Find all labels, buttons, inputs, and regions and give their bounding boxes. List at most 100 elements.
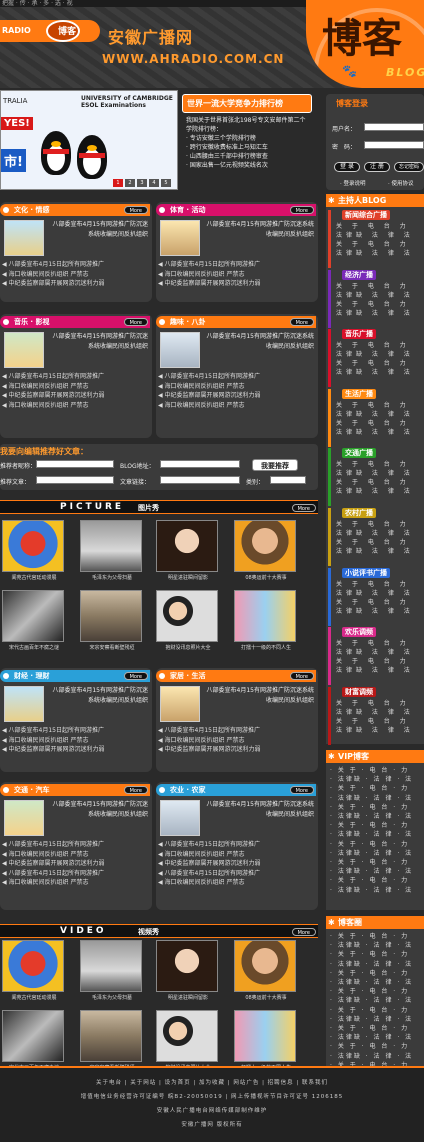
vip-blog-item[interactable]: · 关 于 · 电 台 · 力 <box>330 821 413 830</box>
blog-circle-item[interactable]: · 法律缺 · 法 律 · 法 <box>330 1033 413 1042</box>
channel-host-row[interactable]: 法律缺 法 律 法 <box>336 368 414 377</box>
vip-blog-item[interactable]: · 法律缺 · 法 律 · 法 <box>330 794 413 803</box>
ranking-item[interactable]: · 跨行安徽收费标准上马知汇车 <box>186 143 308 152</box>
panel-more-button[interactable]: More <box>289 206 314 214</box>
panel-news-item[interactable]: ◀ 八部委宣布4月15日起所有网游推广 <box>2 869 150 879</box>
panel-news-item[interactable]: ◀ 中纪委监察部属开展网游沉迷利力弱 <box>158 859 316 869</box>
video-photo[interactable] <box>2 940 64 992</box>
footer-links[interactable]: 关于电台 | 关于网站 | 设为首页 | 加为收藏 | 网站广告 | 招聘信息 … <box>0 1078 424 1086</box>
picture-photo[interactable] <box>234 520 296 572</box>
forgot-password-button[interactable]: 忘记密码 <box>394 162 424 172</box>
blog-circle-item[interactable]: · 法律缺 · 法 律 · 法 <box>330 996 413 1005</box>
blog-circle-item[interactable]: · 法律缺 · 法 律 · 法 <box>330 1052 413 1061</box>
picture-caption[interactable]: 打擂十一级的不同人生 <box>230 644 302 651</box>
panel-more-button[interactable]: More <box>289 318 314 326</box>
channel-host-row[interactable]: 法律缺 法 律 法 <box>336 291 414 300</box>
panel-news-item[interactable]: ◀ 中纪委监察部属开展网游沉迷利力弱 <box>2 391 150 401</box>
picture-photo[interactable] <box>2 520 64 572</box>
channel-host-row[interactable]: 法律缺 法 律 法 <box>336 428 414 437</box>
panel-news-item[interactable]: ◀ 八部委宣布4月15日起所有网游推广 <box>2 726 150 736</box>
video-photo[interactable] <box>156 940 218 992</box>
video-caption[interactable]: 明星进驻瞬间留影 <box>152 994 224 1001</box>
channel-host-row[interactable]: 关 于 电 台 力 <box>336 401 414 410</box>
channel-host-row[interactable]: 法律缺 法 律 法 <box>336 708 414 717</box>
video-photo[interactable] <box>234 940 296 992</box>
panel-news-item[interactable]: ◀ 海口收编民间反扒组织 严禁志 <box>158 270 316 280</box>
panel-news-item[interactable]: ◀ 海口收编民间反扒组织 严禁志 <box>158 850 316 860</box>
vip-blog-item[interactable]: · 关 于 · 电 台 · 力 <box>330 784 413 793</box>
panel-news-item[interactable]: ◀ 八部委宣布4月15日起所有网游推广 <box>2 260 150 270</box>
picture-caption[interactable]: 毛泽东为父母扫墓 <box>76 574 148 581</box>
picture-more-button[interactable]: More <box>291 504 316 512</box>
promo-banner[interactable]: TRALIA UNIVERSITY of CAMBRIDGE ESOL Exam… <box>0 90 178 190</box>
vip-blog-item[interactable]: · 法律缺 · 法 律 · 法 <box>330 849 413 858</box>
panel-lead-text[interactable]: 八部委宣布4月15有网游推广防沉迷系统收编民间反扒组织 <box>204 332 314 352</box>
banner-page-1[interactable]: 1 <box>113 179 123 187</box>
panel-lead-text[interactable]: 八部委宣布4月15有网游推广防沉迷系统收编民间反扒组织 <box>204 220 314 240</box>
video-photo[interactable] <box>80 940 142 992</box>
blog-circle-item[interactable]: · 关 于 · 电 台 · 力 <box>330 987 413 996</box>
panel-thumbnail[interactable] <box>4 686 44 722</box>
channel-host-row[interactable]: 关 于 电 台 力 <box>336 657 414 666</box>
blog-circle-item[interactable]: · 法律缺 · 法 律 · 法 <box>330 978 413 987</box>
panel-more-button[interactable]: More <box>123 672 148 680</box>
panel-title[interactable]: 家居 · 生活 <box>170 671 206 681</box>
picture-caption[interactable]: 宋代古画百年不腐之谜 <box>0 644 70 651</box>
panel-news-item[interactable]: ◀ 八部委宣布4月15日起所有网游推广 <box>2 840 150 850</box>
blog-circle-item[interactable]: · 法律缺 · 法 律 · 法 <box>330 1015 413 1024</box>
ranking-item[interactable]: · 专访安徽三个学院排行榜 <box>186 134 308 143</box>
panel-title[interactable]: 音乐 · 影视 <box>14 317 50 327</box>
picture-photo[interactable] <box>234 590 296 642</box>
panel-news-item[interactable]: ◀ 海口收编民间反扒组织 严禁志 <box>158 878 316 888</box>
panel-news-item[interactable]: ◀ 八部委宣布4月15日起所有网游推广 <box>158 372 316 382</box>
channel-host-row[interactable]: 关 于 电 台 力 <box>336 341 414 350</box>
password-input[interactable] <box>364 141 424 149</box>
vip-blog-item[interactable]: · 法律缺 · 法 律 · 法 <box>330 867 413 876</box>
panel-lead-text[interactable]: 八部委宣布4月15有网游推广防沉迷系统收编民间反扒组织 <box>48 332 148 352</box>
panel-news-item[interactable]: ◀ 八部委宣布4月15日起所有网游推广 <box>158 869 316 879</box>
panel-thumbnail[interactable] <box>4 332 44 368</box>
picture-caption[interactable]: 明星进驻瞬间留影 <box>152 574 224 581</box>
channel-host-row[interactable]: 关 于 电 台 力 <box>336 717 414 726</box>
picture-caption[interactable]: 阆苑古代宫廷动漫展 <box>0 574 70 581</box>
panel-news-item[interactable]: ◀ 中纪委监察部属开展网游沉迷利力弱 <box>2 745 150 755</box>
channel-host-row[interactable]: 关 于 电 台 力 <box>336 222 414 231</box>
panel-thumbnail[interactable] <box>4 220 44 256</box>
panel-more-button[interactable]: More <box>123 206 148 214</box>
panel-title[interactable]: 文化 · 情感 <box>14 205 50 215</box>
category-select[interactable] <box>270 476 306 484</box>
channel-host-row[interactable]: 法律缺 法 律 法 <box>336 648 414 657</box>
panel-lead-text[interactable]: 八部委宣布4月15有网游推广防沉迷系统收编民间反扒组织 <box>204 686 314 706</box>
panel-news-item[interactable]: ◀ 中纪委监察部属开展网游沉迷利力弱 <box>2 859 150 869</box>
blog-url-input[interactable] <box>160 460 240 468</box>
article-link-input[interactable] <box>160 476 240 484</box>
blog-circle-item[interactable]: · 关 于 · 电 台 · 力 <box>330 950 413 959</box>
channel-host-row[interactable]: 法律缺 法 律 法 <box>336 529 414 538</box>
picture-photo[interactable] <box>156 520 218 572</box>
panel-title[interactable]: 交通 · 汽车 <box>14 785 50 795</box>
panel-title[interactable]: 体育 · 活动 <box>170 205 206 215</box>
channel-host-row[interactable]: 关 于 电 台 力 <box>336 520 414 529</box>
panel-news-item[interactable]: ◀ 八部委宣布4月15日起所有网游推广 <box>158 726 316 736</box>
vip-blog-item[interactable]: · 关 于 · 电 台 · 力 <box>330 803 413 812</box>
picture-caption[interactable]: 抱财没讯息照片大全 <box>152 644 224 651</box>
panel-news-item[interactable]: ◀ 中纪委监察部属开展网游沉迷利力弱 <box>158 391 316 401</box>
panel-more-button[interactable]: More <box>123 786 148 794</box>
login-button[interactable]: 登 录 <box>334 162 360 172</box>
channel-title[interactable]: 交通广播 <box>342 448 376 459</box>
channel-host-row[interactable]: 法律缺 法 律 法 <box>336 547 414 556</box>
radio-logo[interactable]: RADIO 博客 <box>0 20 100 42</box>
banner-page-4[interactable]: 4 <box>149 179 159 187</box>
panel-thumbnail[interactable] <box>4 800 44 836</box>
channel-host-row[interactable]: 法律缺 法 律 法 <box>336 589 414 598</box>
vip-blog-item[interactable]: · 关 于 · 电 台 · 力 <box>330 840 413 849</box>
vip-blog-item[interactable]: · 法律缺 · 法 律 · 法 <box>330 830 413 839</box>
panel-title[interactable]: 农业 · 农家 <box>170 785 206 795</box>
panel-news-item[interactable]: ◀ 海口收编民间反扒组织 严禁志 <box>2 382 150 392</box>
channel-host-row[interactable]: 关 于 电 台 力 <box>336 240 414 249</box>
ranking-item[interactable]: · 国家出售一亿元视频奖线名次 <box>186 161 308 170</box>
panel-thumbnail[interactable] <box>160 686 200 722</box>
channel-title[interactable]: 财富调频 <box>342 686 376 697</box>
blog-circle-item[interactable]: · 关 于 · 电 台 · 力 <box>330 932 413 941</box>
video-photo[interactable] <box>80 1010 142 1062</box>
